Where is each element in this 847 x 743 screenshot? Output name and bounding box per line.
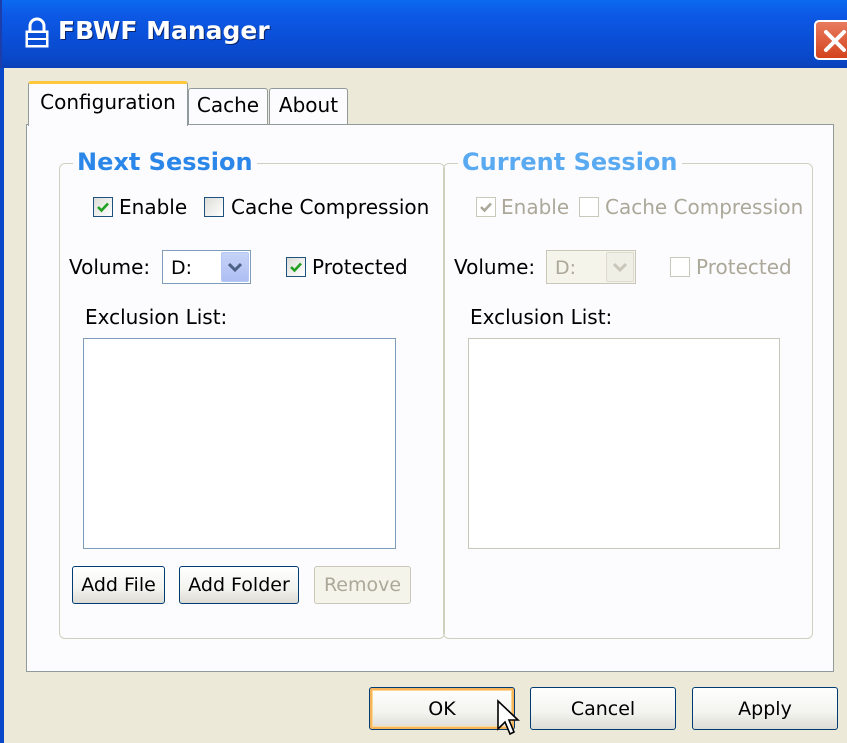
current-exclusion-label: Exclusion List: (470, 305, 613, 329)
configuration-panel: Next Session Enable Cache Compression Vo… (26, 124, 834, 672)
checkmark-icon (290, 262, 302, 273)
chevron-down-icon (613, 262, 627, 273)
ok-button[interactable]: OK (369, 687, 515, 730)
chevron-down-icon (228, 262, 242, 273)
current-protected-checkbox (670, 257, 690, 277)
checkmark-icon (480, 202, 492, 213)
apply-label: Apply (738, 698, 792, 720)
close-button[interactable] (814, 20, 847, 60)
tab-cache-label: Cache (196, 93, 260, 117)
tab-configuration[interactable]: Configuration (28, 81, 188, 126)
next-exclusion-list[interactable] (83, 338, 396, 549)
next-session-title: Next Session (73, 148, 257, 176)
current-cache-compression-checkbox (579, 197, 599, 217)
checkmark-icon (97, 202, 109, 213)
add-file-label: Add File (81, 574, 156, 596)
current-volume-label: Volume: (454, 255, 536, 279)
current-volume-value: D: (555, 257, 577, 279)
next-exclusion-label: Exclusion List: (85, 305, 228, 329)
current-exclusion-list (468, 338, 780, 549)
tab-about[interactable]: About (269, 88, 348, 125)
cancel-button[interactable]: Cancel (530, 687, 676, 730)
title-bar[interactable]: FBWF Manager (0, 0, 847, 68)
remove-label: Remove (323, 574, 402, 596)
cancel-label: Cancel (570, 698, 636, 720)
apply-button[interactable]: Apply (692, 687, 838, 730)
add-folder-label: Add Folder (188, 574, 290, 596)
current-protected-label: Protected (696, 255, 792, 279)
next-cache-compression-label: Cache Compression (231, 195, 430, 219)
remove-button[interactable]: Remove (314, 566, 411, 604)
next-cache-compression-checkbox[interactable] (204, 197, 224, 217)
current-cache-compression-label: Cache Compression (605, 195, 804, 219)
current-volume-dropdown: D: (546, 250, 636, 284)
lock-icon (25, 17, 49, 48)
next-volume-dropdown-button[interactable] (221, 252, 249, 282)
tab-about-label: About (278, 93, 339, 117)
current-session-title: Current Session (458, 148, 682, 176)
current-enable-checkbox (476, 197, 496, 217)
current-volume-dropdown-button (606, 252, 634, 282)
next-volume-dropdown[interactable]: D: (162, 250, 251, 284)
tab-cache[interactable]: Cache (188, 88, 268, 125)
tab-configuration-label: Configuration (40, 90, 176, 114)
next-volume-label: Volume: (69, 255, 151, 279)
mouse-cursor-icon (497, 699, 521, 736)
next-protected-checkbox[interactable] (286, 257, 306, 277)
add-folder-button[interactable]: Add Folder (179, 566, 299, 604)
ok-label: OK (428, 698, 456, 720)
next-enable-label: Enable (119, 195, 188, 219)
next-volume-value: D: (171, 257, 193, 279)
fbwf-manager-window: FBWF Manager Configuration Cache About N… (0, 0, 847, 743)
next-protected-label: Protected (312, 255, 408, 279)
add-file-button[interactable]: Add File (72, 566, 165, 604)
current-enable-label: Enable (501, 195, 570, 219)
window-title: FBWF Manager (58, 16, 270, 45)
close-icon (824, 30, 846, 52)
next-enable-checkbox[interactable] (93, 197, 113, 217)
